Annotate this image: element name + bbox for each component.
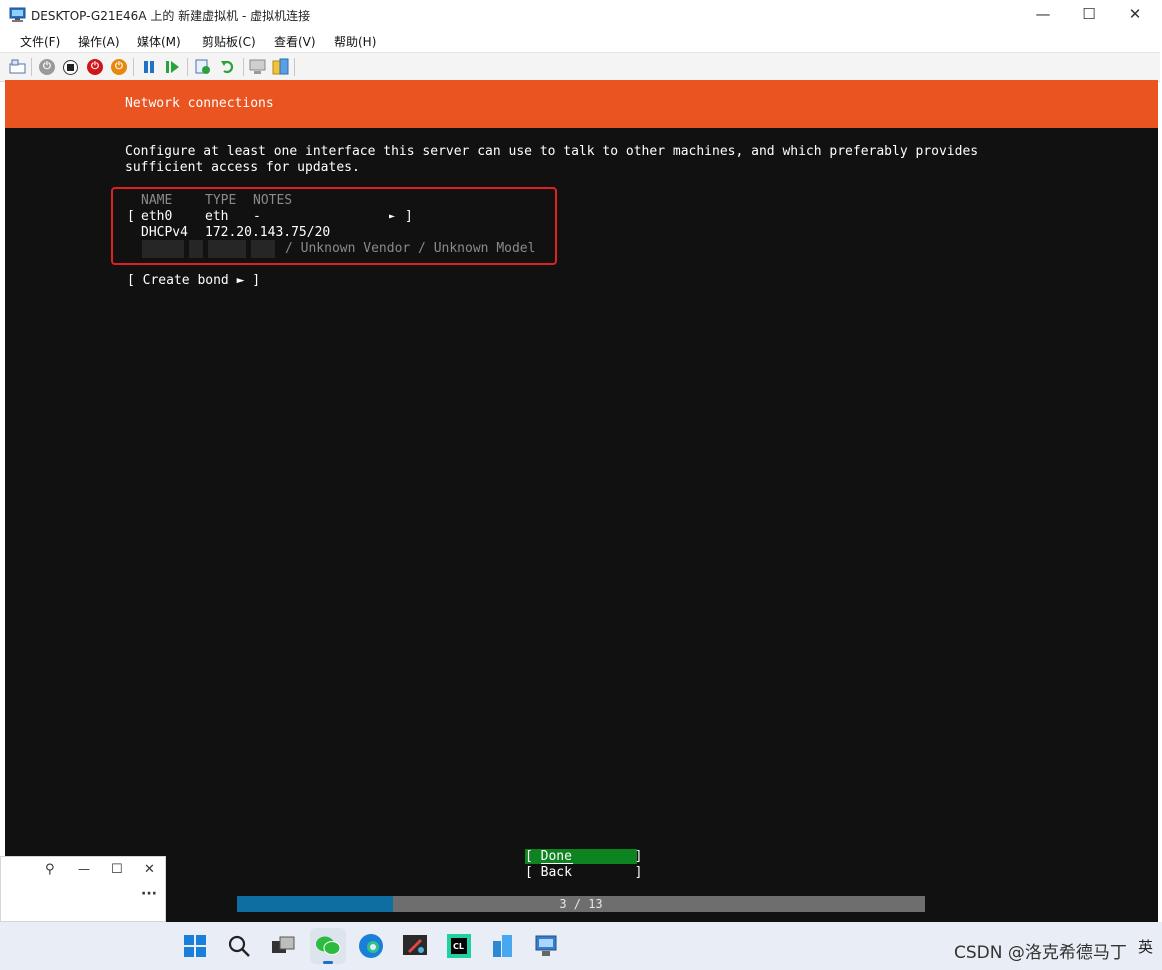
column-header-type: TYPE [205, 193, 237, 208]
mini-maximize-button[interactable]: ☐ [111, 862, 123, 877]
done-underline [541, 863, 573, 864]
interface-name: eth0 [141, 209, 173, 224]
close-button[interactable]: ✕ [1112, 0, 1158, 30]
redacted-mac-block [208, 240, 246, 258]
more-options-icon[interactable]: ··· [141, 886, 157, 902]
page-title: Network connections [125, 96, 274, 111]
active-indicator [323, 961, 333, 964]
back-button[interactable]: [ Back ] [525, 865, 642, 880]
window-title: DESKTOP-G21E46A 上的 新建虚拟机 - 虚拟机连接 [31, 9, 311, 23]
snipping-tool-icon[interactable] [402, 933, 428, 959]
description-line-1: Configure at least one interface this se… [125, 144, 979, 159]
toolbar-separator [31, 58, 32, 76]
create-bond-button[interactable]: [ Create bond ► ] [127, 273, 260, 288]
floating-mini-window[interactable]: ⚲ — ☐ ✕ ··· [0, 856, 166, 922]
installer-header: Network connections [5, 80, 1158, 128]
mini-minimize-button[interactable]: — [78, 862, 90, 876]
dhcp-label: DHCPv4 [141, 225, 188, 240]
redacted-mac-block [142, 240, 184, 258]
pause-icon[interactable] [142, 60, 156, 74]
redacted-mac-block [189, 240, 203, 258]
ime-indicator[interactable]: 英 [1138, 936, 1153, 957]
row-open-bracket: [ [127, 209, 135, 224]
redacted-mac-block [251, 240, 275, 258]
interface-type: eth [205, 209, 229, 224]
reset-icon[interactable] [165, 60, 180, 74]
vm-console[interactable]: Network connections Configure at least o… [5, 80, 1158, 922]
mini-close-button[interactable]: ✕ [144, 862, 155, 877]
toolbar-separator [133, 58, 134, 76]
maximize-button[interactable]: ☐ [1066, 0, 1112, 30]
row-menu-arrow-icon[interactable]: ► [389, 208, 395, 225]
search-icon[interactable] [227, 934, 251, 958]
column-header-name: NAME [141, 193, 173, 208]
checkpoint-icon[interactable] [195, 59, 211, 75]
pin-icon[interactable]: ⚲ [45, 862, 55, 877]
ctrl-alt-del-icon[interactable] [9, 59, 26, 75]
progress-label: 3 / 13 [559, 897, 603, 911]
toolbar-separator [187, 58, 188, 76]
svg-text:CL: CL [453, 942, 464, 951]
menu-bar: 文件(F) 操作(A) 媒体(M) 剪贴板(C) 查看(V) 帮助(H) [0, 30, 1160, 52]
windows-start-icon[interactable] [183, 934, 207, 958]
menu-clipboard[interactable]: 剪贴板(C) [202, 33, 256, 50]
window-title-bar[interactable]: DESKTOP-G21E46A 上的 新建虚拟机 - 虚拟机连接 — ☐ ✕ [0, 0, 1160, 30]
done-button[interactable]: [ Done ] [525, 849, 642, 864]
row-close-bracket: ] [405, 209, 413, 224]
enhanced-session-icon[interactable] [249, 59, 266, 75]
column-header-notes: NOTES [253, 193, 293, 208]
toolbar-separator [294, 58, 295, 76]
start-icon[interactable]: ⏻ [39, 59, 55, 75]
menu-media[interactable]: 媒体(M) [137, 33, 181, 50]
menu-file[interactable]: 文件(F) [20, 33, 60, 50]
wechat-icon [316, 936, 341, 955]
wechat-taskbar-button[interactable] [310, 928, 346, 964]
dhcp-address: 172.20.143.75/20 [205, 225, 331, 240]
vendor-model: / Unknown Vendor / Unknown Model [285, 241, 536, 256]
revert-icon[interactable] [220, 59, 236, 75]
menu-view[interactable]: 查看(V) [274, 33, 316, 50]
turn-off-icon[interactable] [63, 60, 78, 75]
interface-row-eth0[interactable]: [ eth0 eth - ► ] [125, 208, 415, 225]
csdn-watermark: CSDN @洛克希德马丁 [954, 943, 1127, 963]
menu-action[interactable]: 操作(A) [78, 33, 120, 50]
clion-icon[interactable]: CL [446, 933, 472, 959]
toolbar-separator [243, 58, 244, 76]
interface-notes: - [253, 209, 261, 224]
minimize-button[interactable]: — [1020, 0, 1066, 30]
vm-connection-icon [9, 7, 26, 22]
toolbar: ⏻ ⏻ ⏻ [0, 52, 1160, 82]
hyper-v-manager-icon[interactable] [534, 933, 560, 959]
share-icon[interactable] [272, 58, 289, 76]
shut-down-icon[interactable]: ⏻ [87, 59, 103, 75]
progress-bar: 3 / 13 [237, 896, 925, 912]
menu-help[interactable]: 帮助(H) [334, 33, 376, 50]
edge-icon[interactable] [358, 933, 384, 959]
app-icon[interactable] [490, 933, 516, 959]
description-line-2: sufficient access for updates. [125, 160, 360, 175]
task-view-icon[interactable] [271, 935, 297, 957]
taskbar: CL CSDN @洛克希德马丁 英 [0, 922, 1162, 970]
save-icon[interactable]: ⏻ [111, 59, 127, 75]
